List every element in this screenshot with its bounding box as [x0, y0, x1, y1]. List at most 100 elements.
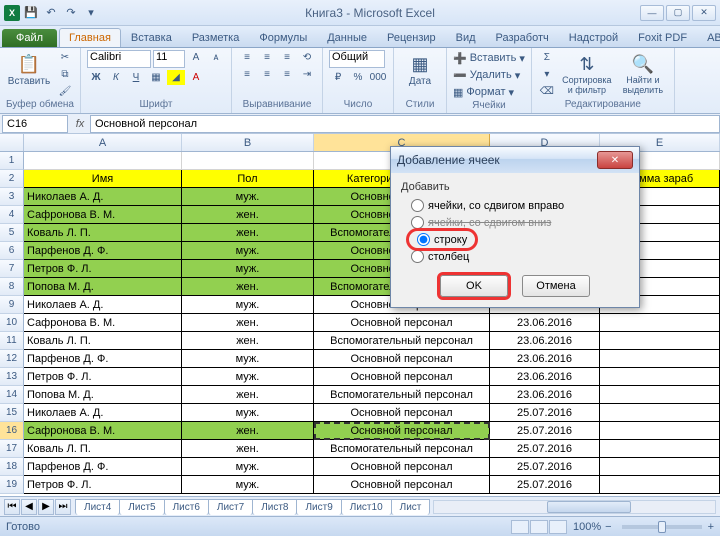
save-button[interactable]: 💾 — [22, 4, 40, 22]
row-header[interactable]: 4 — [0, 206, 24, 224]
row-header[interactable]: 17 — [0, 440, 24, 458]
row-header[interactable]: 14 — [0, 386, 24, 404]
scroll-thumb[interactable] — [547, 501, 631, 513]
name-box[interactable]: C16 — [2, 115, 68, 133]
ribbon-tab-8[interactable]: Надстрой — [559, 28, 628, 47]
sheet-tab[interactable]: Лист6 — [164, 499, 209, 515]
format-cells-button[interactable]: ▦Формат▾ — [453, 84, 525, 100]
row-header[interactable]: 18 — [0, 458, 24, 476]
cell[interactable]: Основной персонал — [314, 368, 490, 386]
cell[interactable]: муж. — [182, 350, 314, 368]
cell[interactable]: 23.06.2016 — [490, 332, 600, 350]
cell[interactable]: Основной персонал — [314, 404, 490, 422]
border-icon[interactable]: ▦ — [147, 70, 165, 85]
ribbon-tab-1[interactable]: Вставка — [121, 28, 182, 47]
cell[interactable]: Попова М. Д. — [24, 386, 182, 404]
cell[interactable]: 25.07.2016 — [490, 440, 600, 458]
cell[interactable]: 25.07.2016 — [490, 422, 600, 440]
paste-button[interactable]: 📋 Вставить — [6, 50, 52, 87]
sheet-tab[interactable]: Лист10 — [341, 499, 392, 515]
row-header[interactable]: 19 — [0, 476, 24, 494]
cell[interactable]: жен. — [182, 206, 314, 224]
cell[interactable]: Коваль Л. П. — [24, 440, 182, 458]
dialog-cancel-button[interactable]: Отмена — [522, 275, 590, 297]
row-header[interactable]: 16 — [0, 422, 24, 440]
autosum-icon[interactable]: Σ — [538, 50, 556, 65]
page-break-view-button[interactable] — [549, 520, 567, 534]
row-header[interactable]: 1 — [0, 152, 24, 170]
align-middle-icon[interactable]: ≡ — [258, 50, 276, 65]
row-header[interactable]: 7 — [0, 260, 24, 278]
cell[interactable]: Основной персонал — [314, 458, 490, 476]
number-format-select[interactable]: Общий — [329, 50, 385, 68]
maximize-button[interactable]: ▢ — [666, 5, 690, 21]
delete-cells-button[interactable]: ➖Удалить▾ — [453, 67, 525, 83]
copy-icon[interactable]: ⧉ — [56, 67, 74, 82]
sheet-last-icon[interactable]: ⏭ — [55, 499, 71, 515]
cell[interactable]: Николаев А. Д. — [24, 296, 182, 314]
cell[interactable]: Сафронова В. М. — [24, 314, 182, 332]
fill-icon[interactable]: ▾ — [538, 67, 556, 82]
cell[interactable]: жен. — [182, 224, 314, 242]
dialog-close-button[interactable]: ✕ — [597, 151, 633, 169]
row-header[interactable]: 13 — [0, 368, 24, 386]
italic-button[interactable]: К — [107, 70, 125, 85]
increase-font-icon[interactable]: A — [187, 50, 205, 65]
cell[interactable]: Петров Ф. Л. — [24, 476, 182, 494]
cell[interactable]: Парфенов Д. Ф. — [24, 350, 182, 368]
conditional-format-button[interactable]: ▦ Дата — [400, 50, 440, 87]
zoom-out-button[interactable]: − — [605, 521, 611, 533]
cell[interactable]: Основной персонал — [314, 350, 490, 368]
cell[interactable]: муж. — [182, 404, 314, 422]
cell[interactable]: Основной персонал — [314, 422, 490, 440]
ribbon-tab-0[interactable]: Главная — [59, 28, 121, 47]
cell[interactable]: муж. — [182, 368, 314, 386]
sheet-tab[interactable]: Лист7 — [208, 499, 253, 515]
cell[interactable]: жен. — [182, 314, 314, 332]
underline-button[interactable]: Ч — [127, 70, 145, 85]
row-header[interactable]: 15 — [0, 404, 24, 422]
radio-input[interactable] — [411, 199, 424, 212]
cell[interactable] — [600, 404, 720, 422]
radio-option-3[interactable]: столбец — [401, 248, 629, 265]
sheet-prev-icon[interactable]: ◀ — [21, 499, 37, 515]
sheet-tab[interactable]: Лист — [391, 499, 431, 515]
row-header[interactable]: 9 — [0, 296, 24, 314]
cell[interactable]: 25.07.2016 — [490, 458, 600, 476]
redo-button[interactable]: ↷ — [62, 4, 80, 22]
fill-color-icon[interactable]: ◢ — [167, 70, 185, 85]
cell[interactable]: Петров Ф. Л. — [24, 260, 182, 278]
zoom-in-button[interactable]: + — [708, 521, 714, 533]
row-header[interactable]: 6 — [0, 242, 24, 260]
cell[interactable]: Основной персонал — [314, 476, 490, 494]
cell[interactable] — [182, 152, 314, 170]
cell[interactable]: Николаев А. Д. — [24, 404, 182, 422]
select-all-corner[interactable] — [0, 134, 24, 151]
cell[interactable] — [600, 314, 720, 332]
file-tab[interactable]: Файл — [2, 29, 57, 47]
cell[interactable] — [600, 350, 720, 368]
col-header-a[interactable]: A — [24, 134, 182, 151]
qat-dropdown-icon[interactable]: ▾ — [82, 4, 100, 22]
ribbon-tab-2[interactable]: Разметка — [182, 28, 250, 47]
cell[interactable]: 23.06.2016 — [490, 368, 600, 386]
cell[interactable]: муж. — [182, 458, 314, 476]
cell[interactable] — [600, 386, 720, 404]
cell[interactable]: Вспомогательный персонал — [314, 440, 490, 458]
row-header[interactable]: 8 — [0, 278, 24, 296]
row-header[interactable]: 10 — [0, 314, 24, 332]
comma-icon[interactable]: 000 — [369, 70, 387, 85]
ribbon-tab-10[interactable]: ABBYY PDF — [697, 28, 720, 47]
horizontal-scrollbar[interactable] — [433, 500, 716, 514]
cut-icon[interactable]: ✂ — [56, 50, 74, 65]
cell[interactable]: Основной персонал — [314, 314, 490, 332]
col-header-b[interactable]: B — [182, 134, 314, 151]
header-cell[interactable]: Пол — [182, 170, 314, 188]
cell[interactable]: Вспомогательный персонал — [314, 386, 490, 404]
radio-input[interactable] — [417, 233, 430, 246]
cell[interactable] — [600, 458, 720, 476]
row-header[interactable]: 3 — [0, 188, 24, 206]
clear-icon[interactable]: ⌫ — [538, 84, 556, 99]
ribbon-tab-5[interactable]: Рецензир — [377, 28, 446, 47]
sheet-first-icon[interactable]: ⏮ — [4, 499, 20, 515]
